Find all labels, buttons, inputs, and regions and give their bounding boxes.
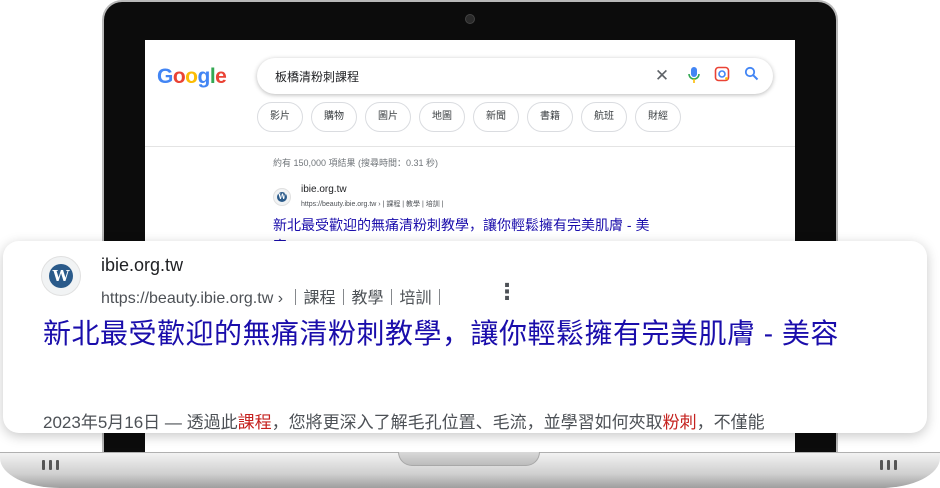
close-icon[interactable]: ✕	[652, 66, 672, 86]
chip-flights[interactable]: 航班	[581, 102, 627, 132]
result-stats: 約有 150,000 項結果 (搜尋時間：0.31 秒)	[273, 158, 439, 168]
header-divider	[145, 146, 795, 147]
laptop-notch	[398, 452, 540, 466]
mini-site-name[interactable]: ibie.org.tw	[301, 184, 347, 195]
result-snippet: 2023年5月16日 — 透過此課程，您將更深入了解毛孔位置、毛流，並學習如何夾…	[43, 408, 765, 433]
chip-videos[interactable]: 影片	[257, 102, 303, 132]
lens-icon[interactable]	[712, 66, 732, 88]
camera	[465, 14, 475, 24]
site-url[interactable]: https://beauty.ibie.org.tw › ｜課程｜教學｜培訓｜	[101, 284, 447, 308]
snippet-text: 2023年5月16日 — 透過此	[43, 413, 238, 432]
chip-finance[interactable]: 財經	[635, 102, 681, 132]
more-vert-icon[interactable]: ⋮	[496, 281, 518, 303]
chip-news[interactable]: 新聞	[473, 102, 519, 132]
mini-result-title[interactable]: 新北最受歡迎的無痛清粉刺教學，讓你輕鬆擁有完美肌膚 - 美	[273, 215, 649, 235]
wordpress-icon: W	[273, 188, 291, 206]
chip-books[interactable]: 書籍	[527, 102, 573, 132]
snippet-keyword: 粉刺	[662, 413, 697, 432]
speaker-grille-right	[880, 460, 897, 470]
search-icon[interactable]	[741, 66, 761, 87]
mic-icon[interactable]	[684, 66, 704, 90]
chip-maps[interactable]: 地圖	[419, 102, 465, 132]
stage: Google 板橋清粉刺課程 ✕ 影片 購物 圖片 地圖 新聞 書籍 航班 財經	[0, 0, 940, 488]
result-title-link[interactable]: 新北最受歡迎的無痛清粉刺教學，讓你輕鬆擁有完美肌膚 - 美容	[43, 315, 913, 353]
search-box[interactable]: 板橋清粉刺課程 ✕	[257, 58, 773, 94]
snippet-keyword: 課程	[237, 413, 272, 432]
zoomed-result-card: W ibie.org.tw https://beauty.ibie.org.tw…	[3, 241, 927, 433]
snippet-text: ，您將更深入了解毛孔位置、毛流，並學習如何夾取	[271, 413, 663, 432]
snippet-text: ，不僅能	[696, 413, 765, 432]
site-name[interactable]: ibie.org.tw	[101, 255, 183, 276]
chip-images[interactable]: 圖片	[365, 102, 411, 132]
search-input[interactable]: 板橋清粉刺課程	[275, 68, 359, 85]
search-filter-chips: 影片 購物 圖片 地圖 新聞 書籍 航班 財經	[257, 102, 681, 132]
chip-shopping[interactable]: 購物	[311, 102, 357, 132]
wordpress-icon: W	[41, 256, 81, 296]
google-logo[interactable]: Google	[157, 65, 227, 89]
speaker-grille-left	[42, 460, 59, 470]
mini-site-url[interactable]: https://beauty.ibie.org.tw › | 課程 | 教學 |…	[301, 199, 444, 209]
